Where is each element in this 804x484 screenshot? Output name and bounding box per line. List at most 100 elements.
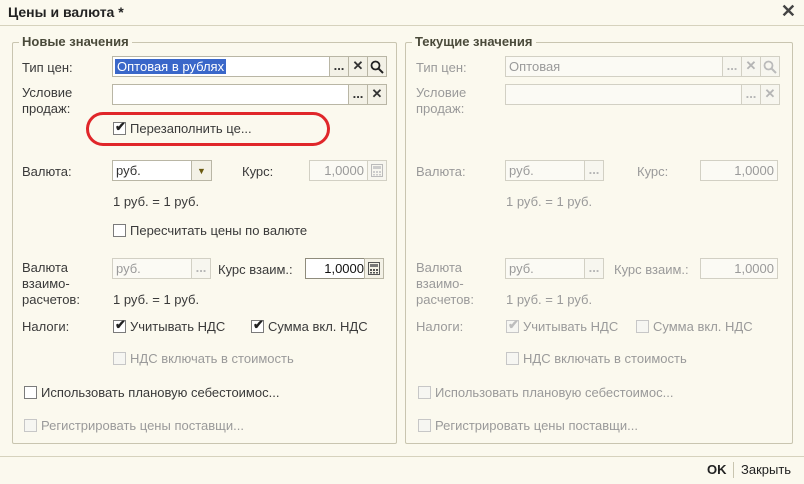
window-title: Цены и валюта *: [8, 4, 124, 20]
current-price-type-label: Тип цен:: [416, 60, 467, 75]
current-sum-incl-vat-label: Сумма вкл. НДС: [653, 319, 753, 334]
settlement-currency-label: Валюта взаимо- расчетов:: [22, 260, 80, 307]
current-consider-vat-checkbox: ✔: [506, 317, 519, 333]
sum-incl-vat-checkbox[interactable]: ✔: [251, 317, 264, 333]
rate-input: 1,0000: [309, 160, 368, 181]
settlement-rate-value: 1,0000: [324, 261, 364, 276]
button-separator: [733, 462, 734, 478]
current-settlement-note: 1 руб. = 1 руб.: [506, 292, 593, 307]
calculator-icon: [371, 164, 383, 177]
register-supplier-prices-checkbox: [24, 419, 37, 432]
clear-icon: ✕: [764, 86, 776, 101]
current-settlement-currency-input: руб.: [505, 258, 585, 279]
current-sum-incl-vat-checkbox: [636, 320, 649, 333]
vat-in-cost-label: НДС включать в стоимость: [130, 351, 294, 366]
taxes-label: Налоги:: [22, 319, 70, 334]
clear-icon: ✕: [745, 58, 757, 73]
currency-select[interactable]: руб.: [112, 160, 192, 181]
check-icon: ✔: [253, 317, 264, 332]
consider-vat-checkbox[interactable]: ✔: [113, 317, 126, 333]
price-type-input[interactable]: Оптовая в рублях: [112, 56, 330, 77]
current-sale-condition-select-button: ...: [741, 84, 761, 105]
close-window-button[interactable]: ✕: [781, 1, 796, 22]
use-planned-cost-label: Использовать плановую себестоимос...: [41, 385, 280, 400]
sale-condition-select-button[interactable]: ...: [348, 84, 368, 105]
current-vat-in-cost-checkbox: [506, 352, 519, 365]
current-currency-value: руб.: [509, 163, 534, 178]
settlement-rate-input[interactable]: 1,0000: [305, 258, 368, 279]
current-consider-vat-label: Учитывать НДС: [523, 319, 619, 334]
current-vat-in-cost-label: НДС включать в стоимость: [523, 351, 687, 366]
current-settlement-currency-value: руб.: [509, 261, 534, 276]
clear-icon: ✕: [352, 58, 364, 73]
currency-dropdown-button[interactable]: ▼: [191, 160, 212, 181]
current-price-type-input: Оптовая: [505, 56, 723, 77]
sale-condition-label: Условие продаж:: [22, 85, 73, 116]
current-rate-value: 1,0000: [734, 163, 774, 178]
current-rate-label: Курс:: [637, 164, 669, 179]
title-bar: Цены и валюта * ✕: [0, 0, 804, 26]
settlement-rate-label: Курс взаим.:: [218, 262, 293, 277]
vat-in-cost-checkbox: [113, 352, 126, 365]
current-settlement-currency-select-button: ...: [584, 258, 604, 279]
current-taxes-label: Налоги:: [416, 319, 464, 334]
current-values-legend: Текущие значения: [412, 34, 536, 49]
price-type-search-button[interactable]: [367, 56, 387, 77]
sale-condition-input[interactable]: [112, 84, 349, 105]
price-type-label: Тип цен:: [22, 60, 73, 75]
current-currency-input: руб.: [505, 160, 585, 181]
rate-value: 1,0000: [324, 163, 364, 178]
sum-incl-vat-label: Сумма вкл. НДС: [268, 319, 368, 334]
recalc-prices-label: Пересчитать цены по валюте: [130, 223, 308, 238]
close-button[interactable]: Закрыть: [741, 462, 791, 477]
price-type-clear-button[interactable]: ✕: [348, 56, 368, 77]
highlight-oval: [86, 112, 330, 146]
current-price-type-select-button: ...: [722, 56, 742, 77]
search-icon: [370, 60, 384, 74]
clear-icon: ✕: [371, 86, 383, 101]
currency-value: руб.: [116, 163, 141, 178]
current-rate-input: 1,0000: [700, 160, 778, 181]
current-currency-select-button: ...: [584, 160, 604, 181]
rate-label: Курс:: [242, 164, 274, 179]
current-settlement-rate-label: Курс взаим.:: [614, 262, 689, 277]
current-register-supplier-prices-checkbox: [418, 419, 431, 432]
calculator-icon: [368, 262, 380, 275]
check-icon: ✔: [508, 317, 519, 332]
current-price-type-search-button: [760, 56, 780, 77]
check-icon: ✔: [115, 317, 126, 332]
current-price-type-clear-button: ✕: [741, 56, 761, 77]
settlement-currency-value: руб.: [116, 261, 141, 276]
currency-label: Валюта:: [22, 164, 72, 179]
current-currency-label: Валюта:: [416, 164, 466, 179]
current-sale-condition-input: [505, 84, 742, 105]
current-sale-condition-label: Условие продаж:: [416, 85, 467, 116]
settlement-currency-input: руб.: [112, 258, 192, 279]
settlement-rate-calculator-button[interactable]: [364, 258, 384, 279]
current-price-type-value: Оптовая: [509, 59, 561, 74]
register-supplier-prices-label: Регистрировать цены поставщи...: [41, 418, 244, 433]
consider-vat-label: Учитывать НДС: [130, 319, 226, 334]
current-use-planned-cost-checkbox: [418, 386, 431, 399]
new-values-legend: Новые значения: [19, 34, 132, 49]
price-type-select-button[interactable]: ...: [329, 56, 349, 77]
current-settlement-rate-input: 1,0000: [700, 258, 778, 279]
current-use-planned-cost-label: Использовать плановую себестоимос...: [435, 385, 674, 400]
current-settlement-currency-label: Валюта взаимо- расчетов:: [416, 260, 474, 307]
sale-condition-clear-button[interactable]: ✕: [367, 84, 387, 105]
rate-note: 1 руб. = 1 руб.: [113, 194, 200, 209]
settlement-note: 1 руб. = 1 руб.: [113, 292, 200, 307]
ok-button[interactable]: OK: [707, 462, 727, 477]
chevron-down-icon: ▼: [197, 166, 206, 176]
settlement-currency-select-button: ...: [191, 258, 211, 279]
current-sale-condition-clear-button: ✕: [760, 84, 780, 105]
search-icon: [763, 60, 777, 74]
use-planned-cost-checkbox[interactable]: [24, 386, 37, 399]
current-settlement-rate-value: 1,0000: [734, 261, 774, 276]
current-register-supplier-prices-label: Регистрировать цены поставщи...: [435, 418, 638, 433]
bottom-bar: OK Закрыть: [0, 456, 804, 484]
current-rate-note: 1 руб. = 1 руб.: [506, 194, 593, 209]
recalc-prices-checkbox[interactable]: [113, 224, 126, 237]
price-type-value: Оптовая в рублях: [115, 59, 227, 74]
rate-calculator-button: [367, 160, 387, 181]
